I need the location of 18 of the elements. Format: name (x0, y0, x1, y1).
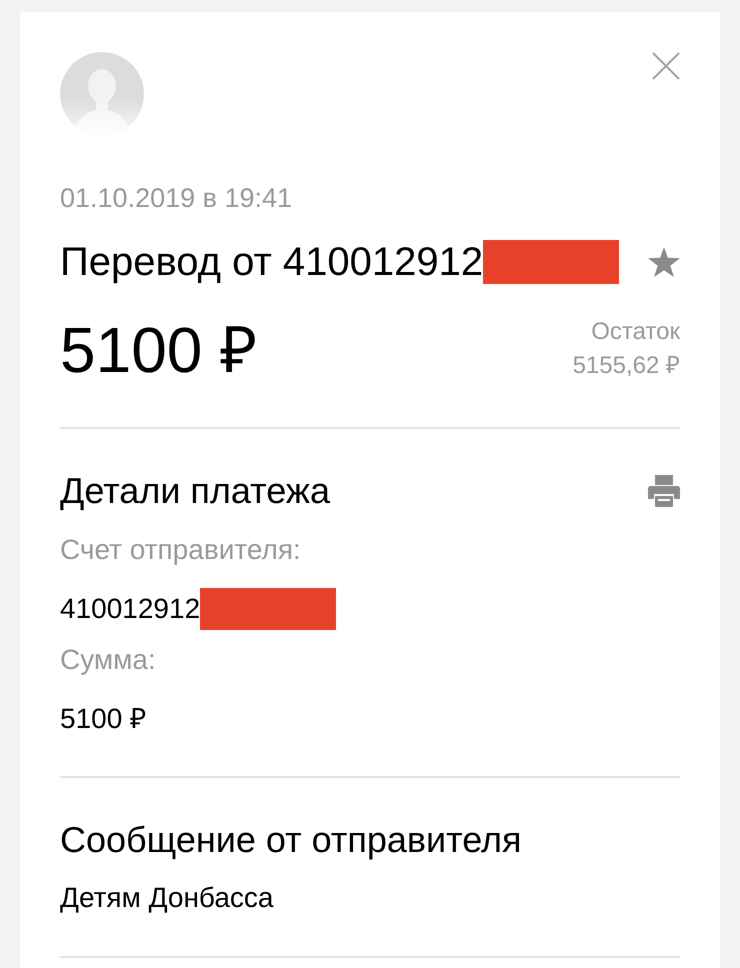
transfer-title: Перевод от 410012912 (60, 240, 484, 284)
balance-label: Остаток (591, 317, 680, 347)
close-button[interactable] (652, 52, 680, 80)
balance-value: 5155,62 ₽ (572, 351, 680, 381)
field-label: Счет отправителя: (60, 533, 302, 567)
printer-icon (648, 475, 680, 507)
section-heading: Детали платежа (60, 469, 330, 513)
field-value: 410012912 (60, 592, 200, 626)
close-icon (652, 52, 680, 80)
transfer-amount: 5100 ₽ (60, 315, 258, 385)
field-label: Сумма: (60, 643, 157, 677)
star-icon (648, 247, 680, 277)
section-heading: Сообщение от отправителя (60, 818, 522, 862)
transfer-date: 01.10.2019 в 19:41 (60, 182, 294, 214)
message-text: Детям Донбасса (60, 881, 274, 915)
print-button[interactable] (648, 475, 680, 507)
favorite-button[interactable] (648, 247, 680, 277)
field-value: 5100 ₽ (60, 702, 146, 736)
